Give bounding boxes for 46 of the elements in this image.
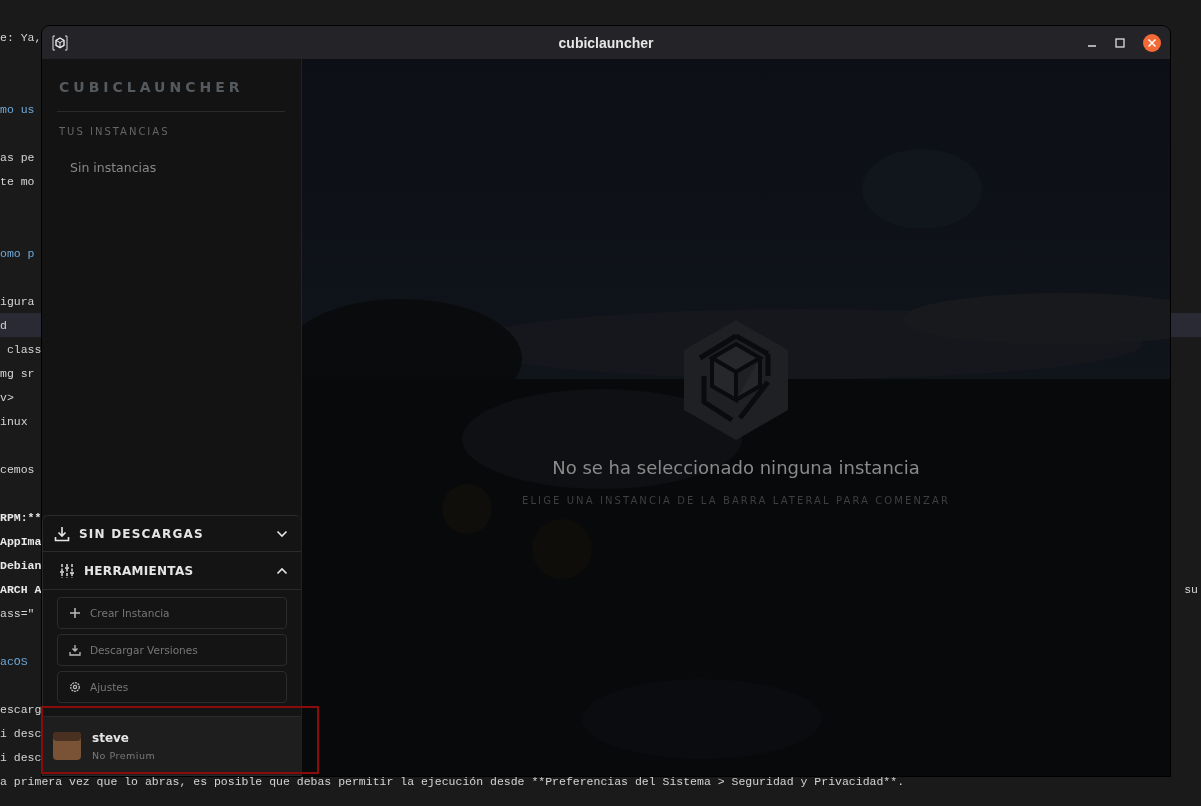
code-text: igura: [0, 294, 35, 308]
brand-title: CUBICLAUNCHER: [59, 78, 245, 97]
code-text: escarg: [0, 702, 42, 716]
maximize-icon[interactable]: [1115, 37, 1125, 48]
section-title: TUS INSTANCIAS: [59, 125, 171, 139]
code-text: su: [1184, 582, 1198, 596]
download-icon: [69, 644, 81, 656]
code-text: i desc: [0, 726, 42, 740]
code-text: as pe: [0, 150, 35, 164]
panel-header[interactable]: HERRAMIENTAS: [43, 552, 301, 590]
code-text: d: [0, 318, 7, 332]
code-text: cemos: [0, 462, 35, 476]
tool-button[interactable]: Descargar Versiones: [57, 634, 287, 666]
close-icon[interactable]: [1143, 33, 1161, 52]
account-card[interactable]: steve No Premium: [43, 716, 301, 775]
account-status: No Premium: [92, 750, 156, 761]
code-text: inux: [0, 414, 28, 428]
empty-state-title: No se ha seleccionado ninguna instancia: [552, 457, 920, 478]
panel-header[interactable]: SIN DESCARGAS: [43, 516, 301, 552]
code-text: RPM:**: [0, 510, 42, 524]
settings-icon: [69, 681, 81, 693]
empty-text: Sin instancias: [70, 160, 158, 175]
code-text: i desc: [0, 750, 42, 764]
code-text: AppIma: [0, 534, 42, 548]
code-text: acOS: [0, 654, 28, 668]
sliders-icon: [59, 562, 75, 579]
cube-icon: [52, 34, 68, 51]
window-title: cubiclauncher: [558, 34, 654, 51]
code-text: Debian: [0, 558, 42, 572]
code-text: te mo: [0, 174, 35, 188]
code-text: omo p: [0, 246, 35, 260]
user-name: steve: [92, 731, 130, 745]
code-text: e: Ya,: [0, 30, 42, 44]
code-text: mg sr: [0, 366, 35, 380]
code-text: ARCH A: [0, 582, 42, 596]
tool-button[interactable]: Ajustes: [57, 671, 287, 703]
code-text: a primera vez que lo abras, es posible que debas permitir la ejecución desde **Preferencias del Sistema > Seguridad y Privacidad**.: [0, 774, 905, 788]
download-icon: [54, 525, 70, 542]
cube-logo-icon: [684, 320, 788, 440]
avatar: [53, 732, 81, 760]
code-text: ass=": [0, 606, 35, 620]
code-text: v>: [0, 390, 14, 404]
code-text: class: [5, 342, 42, 356]
code-text: mo us: [0, 102, 35, 116]
plus-icon: [69, 607, 81, 619]
tool-button[interactable]: Crear Instancia: [57, 597, 287, 629]
